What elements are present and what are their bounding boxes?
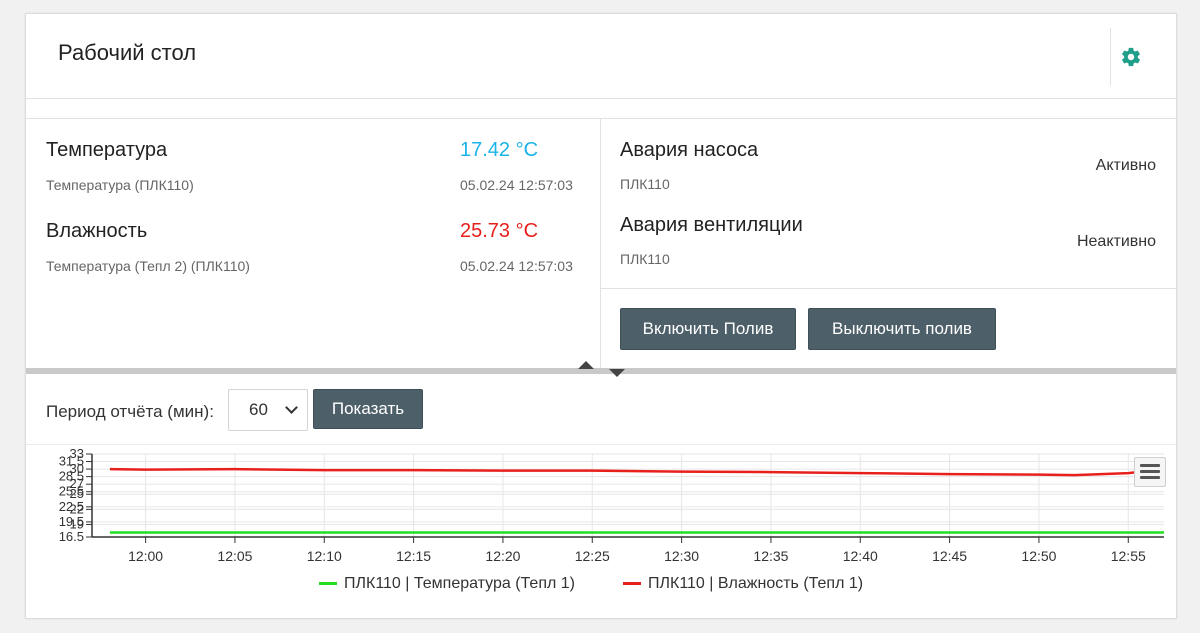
legend-swatch [623, 582, 641, 586]
metric-timestamp-humidity: 05.02.24 12:57:03 [460, 258, 573, 274]
series-line-humidity [109, 467, 1165, 477]
x-tick-label: 12:20 [485, 548, 520, 564]
x-tick-label: 12:05 [217, 548, 252, 564]
irrigation-controls: Включить Полив Выключить полив [601, 288, 1176, 370]
line-chart: 16.51919.52222.52525.52728.53031.53312:0… [59, 446, 1165, 564]
report-period-bar: Период отчёта (мин): 60 Показать [26, 374, 1176, 445]
metric-timestamp-temperature: 05.02.24 12:57:03 [460, 177, 573, 193]
x-tick-label: 12:35 [753, 548, 788, 564]
metric-value-humidity: 25.73 °C [460, 220, 539, 242]
gear-icon[interactable] [1120, 46, 1142, 68]
metric-value-temperature: 17.42 °C [460, 139, 539, 161]
header-divider [1110, 28, 1111, 86]
legend-label: ПЛК110 | Температура (Тепл 1) [344, 575, 575, 592]
page-title: Рабочий стол [58, 40, 197, 65]
x-tick-label: 12:45 [932, 548, 967, 564]
metrics-panel: Температура Температура (ПЛК110) 17.42 °… [26, 119, 601, 369]
page-header: Рабочий стол [26, 14, 1176, 99]
metric-subtitle-humidity: Температура (Тепл 2) (ПЛК110) [46, 258, 250, 274]
dashboard-frame: Рабочий стол Температура Температура (ПЛ… [25, 13, 1177, 619]
x-tick-label: 12:50 [1021, 548, 1056, 564]
hamburger-icon-bar [1140, 470, 1160, 473]
chart-container: 16.5 19 19.5 22 22.5 25 25.5 27 28.5 30 31.5 33 12:0… [26, 445, 1176, 618]
legend-label: ПЛК110 | Влажность (Тепл 1) [648, 575, 864, 592]
x-tick-label: 12:00 [128, 548, 163, 564]
metric-name-humidity: Влажность [46, 220, 148, 242]
alarm-state-ventilation: Неактивно [1076, 233, 1156, 250]
legend-swatch [319, 582, 337, 586]
x-tick-label: 12:55 [1111, 548, 1146, 564]
x-tick-label: 12:40 [843, 548, 878, 564]
alarms-panel: Авария насоса ПЛК110 Активно Авария вент… [601, 119, 1176, 369]
x-tick-label: 12:10 [307, 548, 342, 564]
period-select[interactable]: 60 [228, 389, 308, 431]
x-tick-label: 12:30 [664, 548, 699, 564]
chevron-down-icon [285, 401, 298, 414]
alarm-state-pump: Активно [1095, 157, 1156, 174]
hamburger-icon-bar [1140, 464, 1160, 467]
metric-name-temperature: Температура [46, 139, 168, 161]
alarm-source-pump: ПЛК110 [620, 176, 670, 192]
alarm-name-ventilation: Авария вентиляции [620, 214, 803, 236]
period-select-value: 60 [249, 400, 268, 419]
disable-irrigation-button[interactable]: Выключить полив [808, 308, 996, 350]
alarm-name-pump: Авария насоса [620, 139, 759, 161]
alarm-source-ventilation: ПЛК110 [620, 251, 670, 267]
collapse-up-icon[interactable] [578, 361, 594, 369]
x-tick-label: 12:25 [575, 548, 610, 564]
period-label: Период отчёта (мин): [46, 402, 214, 421]
widgets-row: Температура Температура (ПЛК110) 17.42 °… [26, 118, 1176, 369]
enable-irrigation-button[interactable]: Включить Полив [620, 308, 796, 350]
y-tick-label: 33 [70, 446, 84, 461]
legend-item-humidity[interactable]: ПЛК110 | Влажность (Тепл 1) [623, 575, 863, 593]
legend-item-temperature[interactable]: ПЛК110 | Температура (Тепл 1) [319, 575, 575, 593]
x-tick-label: 12:15 [396, 548, 431, 564]
hamburger-icon-bar [1140, 476, 1160, 479]
show-report-button[interactable]: Показать [313, 389, 423, 429]
chart-menu-button[interactable] [1134, 457, 1166, 487]
metric-subtitle-temperature: Температура (ПЛК110) [46, 177, 194, 193]
